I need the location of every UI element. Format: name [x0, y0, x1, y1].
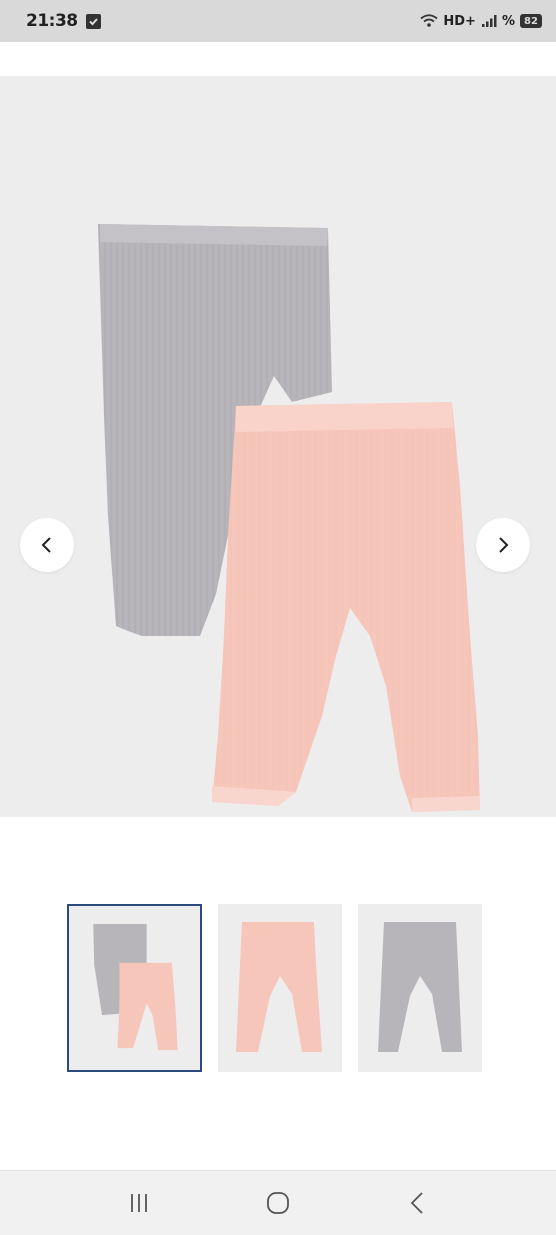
- home-icon: [267, 1192, 289, 1214]
- thumbnail-image-pink-leggings: [236, 922, 322, 1052]
- chevron-left-icon: [41, 537, 51, 553]
- wifi-icon: [420, 14, 438, 28]
- back-icon: [410, 1192, 423, 1214]
- status-icons: HD+ % 82: [420, 14, 542, 29]
- system-navigation-bar: [0, 1170, 556, 1235]
- thumbnail-image-two-pack: [93, 923, 178, 1051]
- thumbnail-grey-leggings[interactable]: [358, 904, 482, 1072]
- thumbnail-two-pack[interactable]: [67, 904, 202, 1072]
- notification-check-icon: [85, 13, 101, 29]
- status-bar: 21:38 HD+ % 82: [0, 0, 556, 42]
- next-image-button[interactable]: [476, 518, 530, 572]
- chevron-right-icon: [499, 537, 509, 553]
- home-button[interactable]: [258, 1183, 298, 1223]
- previous-image-button[interactable]: [20, 518, 74, 572]
- status-time: 21:38: [26, 11, 78, 31]
- battery-percent-sign: %: [501, 13, 515, 29]
- thumbnail-strip: [67, 904, 482, 1072]
- thumbnail-image-grey-leggings: [378, 922, 462, 1052]
- recent-apps-button[interactable]: [119, 1183, 159, 1223]
- signal-icon: [481, 14, 497, 28]
- product-image-gallery[interactable]: [0, 76, 556, 817]
- recent-apps-icon: [131, 1194, 148, 1212]
- network-type-label: HD+: [443, 13, 476, 29]
- battery-icon: 82: [520, 14, 542, 28]
- back-button[interactable]: [397, 1183, 437, 1223]
- product-image-leggings-two-pack: [98, 224, 480, 812]
- thumbnail-pink-leggings[interactable]: [218, 904, 342, 1072]
